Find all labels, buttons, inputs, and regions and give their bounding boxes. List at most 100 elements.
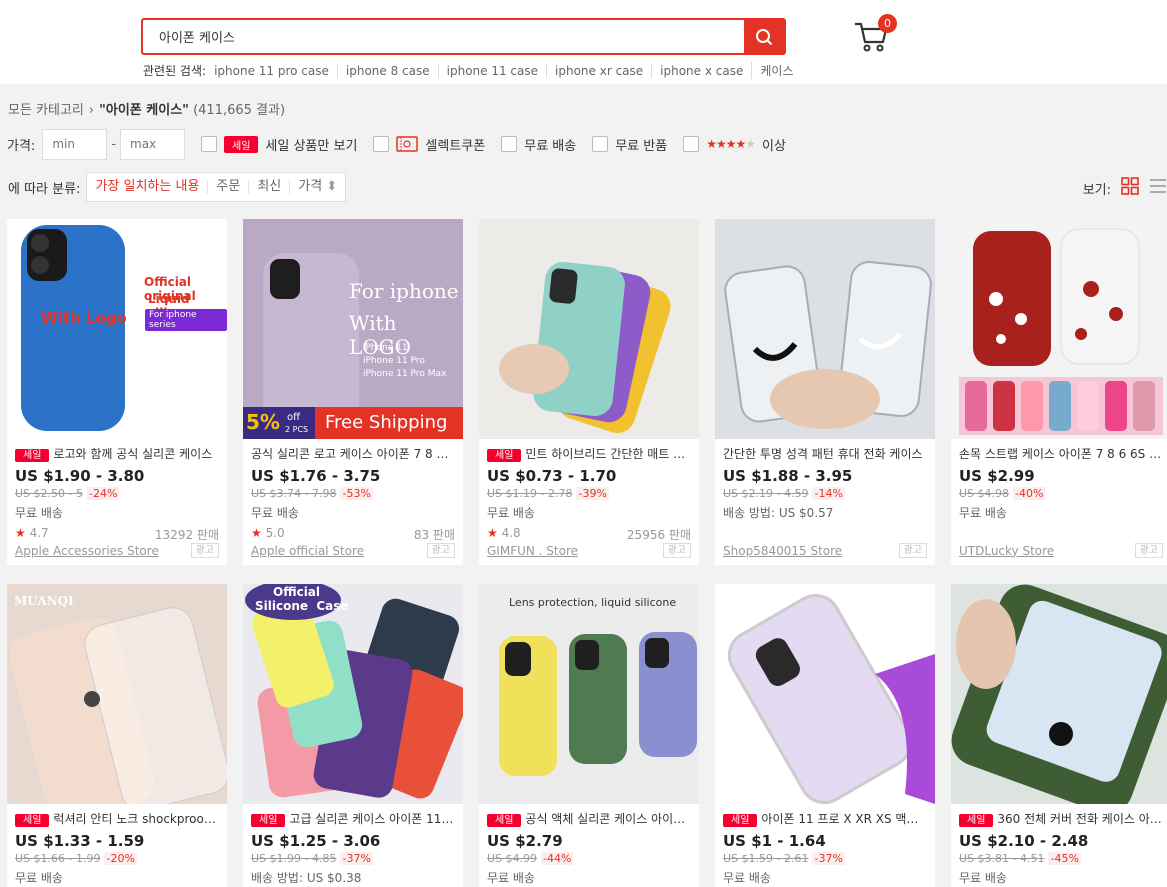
filter-rating[interactable]: ★★★★★ 이상	[683, 135, 786, 154]
star-icon: ★	[15, 526, 26, 540]
related-item[interactable]: iphone 11 case	[437, 63, 546, 78]
product-card[interactable]: 세일아이폰 11 프로 X XR XS 맥스 케이스 US $1 - 1.64 …	[715, 584, 935, 887]
original-price-row: US $2.50 - 5 -24%	[15, 487, 219, 503]
related-item[interactable]: 케이스	[751, 62, 801, 79]
list-view-button[interactable]	[1149, 177, 1167, 199]
sale-only-checkbox[interactable]	[201, 136, 218, 152]
related-label: 관련된 검색:	[143, 64, 207, 78]
rating-stars: ★★★★★	[706, 137, 756, 151]
product-title[interactable]: 세일 민트 하이브리드 간단한 매트 케이스	[487, 445, 691, 463]
product-title[interactable]: 세일아이폰 11 프로 X XR XS 맥스 케이스	[723, 810, 927, 828]
search-box	[141, 18, 786, 55]
product-card[interactable]: Lens protection, liquid silicone 세일 공식 액체…	[479, 584, 699, 887]
grid-view-button[interactable]	[1121, 177, 1139, 199]
discount-badge: -53%	[340, 487, 373, 500]
product-card[interactable]: 손목 스트랩 케이스 아이폰 7 8 6 6S 플러스 US $2.99 US …	[951, 219, 1167, 565]
product-card[interactable]: 세일 민트 하이브리드 간단한 매트 케이스 US $0.73 - 1.70 US…	[479, 219, 699, 565]
rating-label: 이상	[762, 138, 786, 154]
product-price: US $0.73 - 1.70	[487, 467, 617, 485]
sort-best-match[interactable]: 가장 일치하는 내용	[87, 180, 207, 194]
product-title[interactable]: 세일 360 전체 커버 전화 케이스 아이폰	[959, 810, 1163, 828]
sale-only-label: 세일 상품만 보기	[265, 138, 358, 154]
product-title[interactable]: 공식 실리콘 로고 케이스 아이폰 7 8 플러스	[251, 445, 455, 463]
price-max-input[interactable]	[120, 128, 186, 160]
price-min-input[interactable]	[42, 128, 108, 160]
filter-coupon[interactable]: 셀렉트쿠폰	[373, 135, 485, 154]
original-price: US $4.99	[487, 852, 538, 865]
product-card[interactable]: Official original Liquid silicone For ip…	[7, 219, 227, 565]
original-price-row: US $4.99 -44%	[487, 852, 691, 868]
free-return-label: 무료 반품	[615, 138, 668, 154]
product-image[interactable]	[479, 219, 699, 439]
original-price: US $1.66 - 1.99	[15, 852, 101, 865]
product-card[interactable]: 간단한 투명 성격 패턴 휴대 전화 케이스 US $1.88 - 3.95 U…	[715, 219, 935, 565]
product-card[interactable]: MUANQI 세일럭셔리 안티 노크 shockproof 케이스 US $1.…	[7, 584, 227, 887]
sold-count: 25956 판매	[626, 528, 691, 542]
product-image[interactable]: MUANQI	[7, 584, 227, 804]
sale-badge: 세일	[15, 814, 50, 827]
search-button[interactable]	[744, 20, 784, 53]
product-image[interactable]: Lens protection, liquid silicone	[479, 584, 699, 804]
related-item[interactable]: iphone 8 case	[336, 63, 438, 78]
product-card[interactable]: For iphone With LOGO iPhone 11 iPhone 11…	[243, 219, 463, 565]
store-link[interactable]: Apple Accessories Store	[15, 544, 159, 558]
filter-sale-only[interactable]: 세일 세일 상품만 보기	[201, 135, 357, 154]
ad-badge: 광고	[190, 543, 219, 558]
result-count: (411,665 결과)	[193, 103, 286, 118]
grid-icon	[1121, 177, 1139, 195]
product-title-text: 로고와 함께 공식 실리콘 케이스	[53, 447, 213, 461]
product-image[interactable]	[715, 219, 935, 439]
product-card[interactable]: 세일 360 전체 커버 전화 케이스 아이폰 US $2.10 - 2.48 U…	[951, 584, 1167, 887]
product-image[interactable]: Official original Liquid silicone For ip…	[7, 219, 227, 439]
store-link[interactable]: Shop5840015 Store	[723, 544, 842, 558]
store-link[interactable]: UTDLucky Store	[959, 544, 1054, 558]
product-image[interactable]	[951, 219, 1167, 439]
sale-tag: 세일	[224, 135, 259, 153]
sold-count: 83 판매	[413, 528, 455, 542]
sort-newest[interactable]: 최신	[248, 180, 289, 194]
free-return-checkbox[interactable]	[592, 136, 609, 152]
store-link[interactable]: Apple official Store	[251, 544, 364, 558]
product-image[interactable]: Official Silicone Case	[243, 584, 463, 804]
filter-free-return[interactable]: 무료 반품	[592, 135, 667, 154]
discount-badge: -44%	[541, 852, 574, 865]
product-title[interactable]: 세일 공식 액체 실리콘 케이스 아이폰 11	[487, 810, 691, 828]
rating-checkbox[interactable]	[683, 136, 700, 152]
product-title-text: 민트 하이브리드 간단한 매트 케이스	[525, 447, 691, 461]
view-label: 보기:	[1082, 182, 1111, 198]
sort-price[interactable]: 가격 ⬍	[289, 180, 345, 194]
product-title[interactable]: 세일 고급 실리콘 케이스 아이폰 11 프로	[251, 810, 455, 828]
star-icon: ★★★★	[706, 137, 746, 151]
search-input[interactable]	[143, 20, 743, 53]
product-title-text: 럭셔리 안티 노크 shockproof 케이스	[53, 812, 219, 826]
original-price: US $4.98	[959, 487, 1010, 500]
shipping-info: 무료 배송	[959, 506, 1007, 520]
sort-label: 에 따라 분류:	[8, 181, 81, 197]
coupon-checkbox[interactable]	[373, 136, 390, 152]
related-item[interactable]: iphone xr case	[546, 63, 651, 78]
product-image[interactable]	[715, 584, 935, 804]
coupon-label: 셀렉트쿠폰	[425, 138, 486, 154]
list-icon	[1150, 179, 1166, 193]
shipping-info: 무료 배송	[251, 506, 299, 520]
product-image[interactable]: For iphone With LOGO iPhone 11 iPhone 11…	[243, 219, 463, 439]
product-price: US $1.33 - 1.59	[15, 832, 145, 850]
free-shipping-checkbox[interactable]	[501, 136, 518, 152]
product-title[interactable]: 세일 로고와 함께 공식 실리콘 케이스	[15, 445, 219, 463]
product-card[interactable]: Official Silicone Case 세일 고급 실리콘 케이스 아이폰 …	[243, 584, 463, 887]
filter-free-shipping[interactable]: 무료 배송	[501, 135, 576, 154]
breadcrumb-root[interactable]: 모든 카테고리	[8, 103, 84, 118]
related-item[interactable]: iphone 11 pro case	[212, 64, 337, 78]
related-item[interactable]: iphone x case	[651, 63, 751, 78]
product-title[interactable]: 손목 스트랩 케이스 아이폰 7 8 6 6S 플러스	[959, 445, 1163, 463]
cart-button[interactable]: 0	[853, 14, 897, 54]
product-title[interactable]: 간단한 투명 성격 패턴 휴대 전화 케이스	[723, 445, 927, 463]
original-price: US $2.19 - 4.59	[723, 487, 809, 500]
product-price: US $2.10 - 2.48	[959, 832, 1089, 850]
product-title[interactable]: 세일럭셔리 안티 노크 shockproof 케이스	[15, 810, 219, 828]
product-image[interactable]	[951, 584, 1167, 804]
shipping-info: 배송 방법: US $0.57	[723, 506, 834, 520]
store-link[interactable]: GIMFUN . Store	[487, 544, 578, 558]
original-price-row: US $4.98 -40%	[959, 487, 1163, 503]
sort-orders[interactable]: 주문	[207, 180, 248, 194]
